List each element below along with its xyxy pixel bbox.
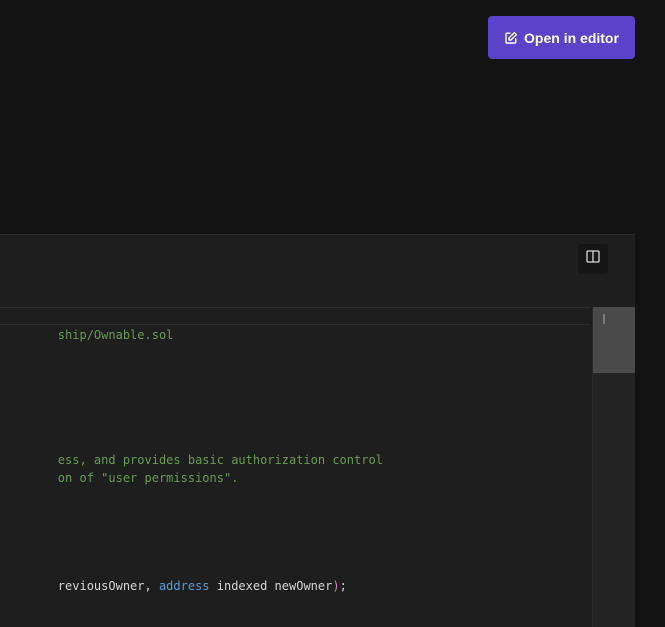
semicolon: ; xyxy=(339,579,347,593)
code-line-event: reviousOwner, address indexed newOwner); xyxy=(0,559,347,593)
page: Open in editor ship/Ownable.sol ess, and… xyxy=(0,0,665,627)
comment-text-start: on of xyxy=(57,471,102,485)
event-param-new: indexed newOwner xyxy=(209,579,333,593)
code-area[interactable]: ship/Ownable.sol ess, and provides basic… xyxy=(0,307,592,627)
code-line-import: ship/Ownable.sol xyxy=(0,307,590,342)
code-line-comment-2: on of "user permissions". xyxy=(0,451,239,485)
open-in-editor-label: Open in editor xyxy=(524,29,619,46)
scrollbar-cursor-marker xyxy=(603,314,605,324)
edit-icon xyxy=(504,31,518,45)
split-view-icon xyxy=(586,250,600,268)
address-keyword: address xyxy=(158,579,210,593)
vertical-scrollbar[interactable] xyxy=(592,307,635,627)
comment-text-end: . xyxy=(231,471,239,485)
close-paren: ) xyxy=(332,579,340,593)
import-path: ship/Ownable.sol xyxy=(57,328,174,342)
comment-string: "user permissions" xyxy=(101,471,232,485)
split-view-button[interactable] xyxy=(578,244,608,274)
event-param-previous: reviousOwner, xyxy=(57,579,159,593)
open-in-editor-button[interactable]: Open in editor xyxy=(488,16,635,59)
code-line-comment-1: ess, and provides basic authorization co… xyxy=(0,433,383,467)
scrollbar-thumb[interactable] xyxy=(593,307,635,373)
code-editor-panel: ship/Ownable.sol ess, and provides basic… xyxy=(0,234,635,627)
editor-toolbar xyxy=(0,235,635,307)
